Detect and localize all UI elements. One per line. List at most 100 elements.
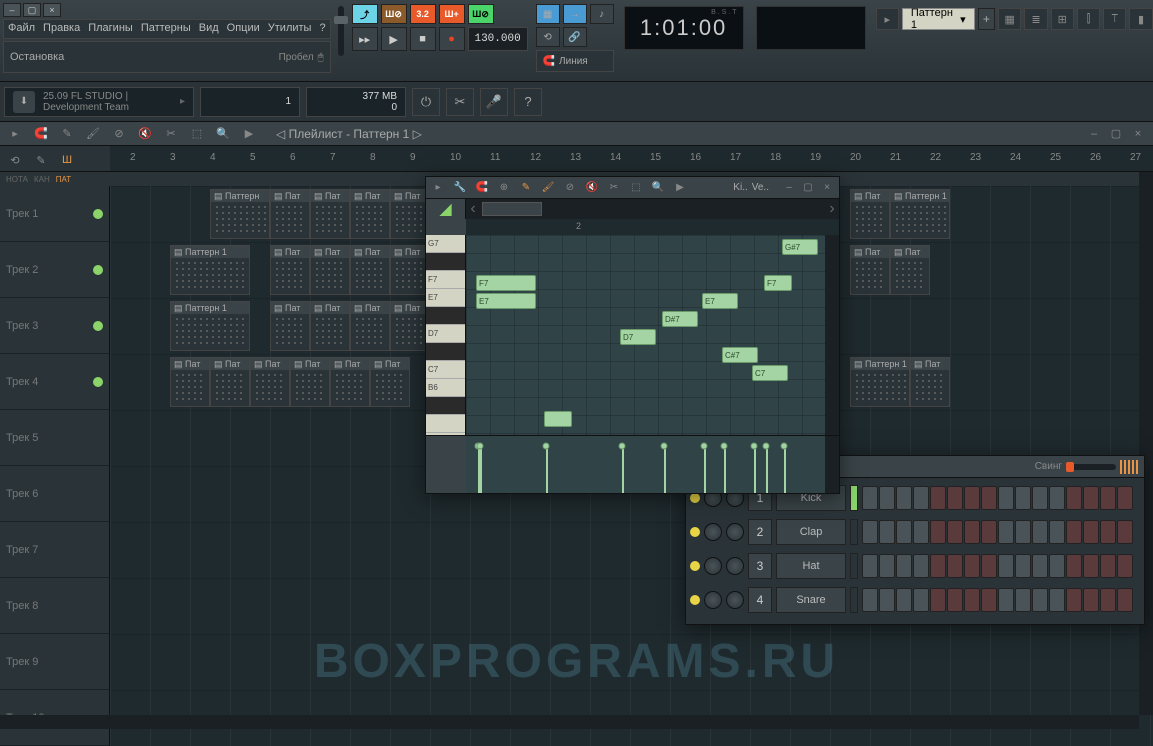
mode-wp-button[interactable]: Ш+ bbox=[439, 4, 465, 24]
pr-wrench-icon[interactable]: 🔧 bbox=[452, 180, 468, 196]
pl-delete-icon[interactable]: ⊘ bbox=[110, 125, 128, 143]
step-button[interactable] bbox=[930, 520, 946, 544]
pr-tab-ki[interactable]: Ki.. bbox=[733, 182, 747, 193]
pl-select-icon[interactable]: ⬚ bbox=[188, 125, 206, 143]
track-label[interactable]: Трек 6 bbox=[0, 466, 109, 522]
menu-Правка[interactable]: Правка bbox=[39, 20, 84, 38]
cr-swing-slider[interactable] bbox=[1066, 464, 1116, 470]
step-button[interactable] bbox=[1100, 588, 1116, 612]
pattern-clip[interactable]: ▤ Пат bbox=[390, 301, 430, 351]
step-button[interactable] bbox=[947, 486, 963, 510]
step-button[interactable] bbox=[1117, 588, 1133, 612]
pr-note-grid[interactable]: F7E7D7D#7E7C#7C7F7G#7 bbox=[466, 235, 825, 435]
step-button[interactable] bbox=[896, 486, 912, 510]
pr-play-icon[interactable]: ▶ bbox=[672, 180, 688, 196]
track-label[interactable]: Трек 9 bbox=[0, 634, 109, 690]
pr-v-scrollbar[interactable] bbox=[825, 235, 839, 435]
pr-minimize-button[interactable]: – bbox=[781, 180, 797, 196]
help-button[interactable]: ? bbox=[514, 88, 542, 116]
step-button[interactable] bbox=[1117, 554, 1133, 578]
vol-knob[interactable] bbox=[726, 591, 744, 609]
track-mute-led[interactable] bbox=[93, 209, 103, 219]
pr-maximize-button[interactable]: ▢ bbox=[800, 180, 816, 196]
step-button[interactable] bbox=[1015, 520, 1031, 544]
pl-menu-icon[interactable]: ▸ bbox=[6, 125, 24, 143]
pattern-clip[interactable]: ▤ Пат bbox=[270, 245, 310, 295]
step-button[interactable] bbox=[930, 486, 946, 510]
tab-note[interactable]: НОТА bbox=[6, 175, 28, 184]
menu-Вид[interactable]: Вид bbox=[195, 20, 223, 38]
step-button[interactable] bbox=[1032, 588, 1048, 612]
note[interactable]: F7 bbox=[476, 275, 536, 291]
step-button[interactable] bbox=[947, 588, 963, 612]
menu-?[interactable]: ? bbox=[315, 20, 329, 38]
track-label[interactable]: Трек 8 bbox=[0, 578, 109, 634]
cr-grid-icon[interactable] bbox=[1120, 460, 1138, 474]
menu-Файл[interactable]: Файл bbox=[4, 20, 39, 38]
step-button[interactable] bbox=[1100, 520, 1116, 544]
tool-channel-icon[interactable]: ⊞ bbox=[1051, 8, 1074, 30]
channel-name[interactable]: Snare bbox=[776, 587, 846, 613]
pr-brush-icon[interactable]: 🖌 bbox=[540, 180, 556, 196]
step-button[interactable] bbox=[1015, 554, 1031, 578]
pl-link-icon[interactable]: ⟲ bbox=[6, 151, 24, 169]
pr-h-scrollbar[interactable]: ‹ › bbox=[466, 199, 839, 219]
pattern-clip[interactable]: ▤ Пат bbox=[310, 301, 350, 351]
step-button[interactable] bbox=[1083, 486, 1099, 510]
channel-selector[interactable] bbox=[850, 519, 858, 545]
track-label[interactable]: Трек 2 bbox=[0, 242, 109, 298]
track-mute-led[interactable] bbox=[93, 377, 103, 387]
view-pianoroll-button[interactable]: → bbox=[563, 4, 587, 24]
pattern-clip[interactable]: ▤ Паттерн 1 bbox=[170, 245, 250, 295]
step-button[interactable] bbox=[947, 554, 963, 578]
step-button[interactable] bbox=[1100, 554, 1116, 578]
mode-wm-button[interactable]: Ш⊘ bbox=[468, 4, 494, 24]
step-button[interactable] bbox=[1049, 486, 1065, 510]
volume-slider[interactable] bbox=[338, 6, 344, 56]
step-button[interactable] bbox=[1049, 588, 1065, 612]
pl-minimize-button[interactable]: – bbox=[1085, 125, 1103, 143]
track-mute-led[interactable] bbox=[93, 321, 103, 331]
note[interactable]: C7 bbox=[752, 365, 788, 381]
pattern-selector[interactable]: Паттерн 1 ▾ bbox=[902, 8, 975, 30]
note[interactable]: E7 bbox=[702, 293, 738, 309]
view-playlist-button[interactable]: ▦ bbox=[536, 4, 560, 24]
pr-cut-icon[interactable]: ✂ bbox=[606, 180, 622, 196]
pattern-clip[interactable]: ▤ Пат bbox=[210, 357, 250, 407]
pattern-clip[interactable]: ▤ Паттерн 1 bbox=[890, 189, 950, 239]
step-button[interactable] bbox=[1049, 520, 1065, 544]
pattern-clip[interactable]: ▤ Пат bbox=[330, 357, 370, 407]
mode-32-button[interactable]: 3.2 bbox=[410, 4, 436, 24]
pr-mute-icon[interactable]: 🔇 bbox=[584, 180, 600, 196]
step-button[interactable] bbox=[998, 554, 1014, 578]
pattern-clip[interactable]: ▤ Пат bbox=[890, 245, 930, 295]
step-button[interactable] bbox=[1117, 520, 1133, 544]
channel-number[interactable]: 3 bbox=[748, 553, 772, 579]
pr-select-icon[interactable]: ⬚ bbox=[628, 180, 644, 196]
track-label[interactable]: Трек 4 bbox=[0, 354, 109, 410]
step-button[interactable] bbox=[1066, 554, 1082, 578]
pattern-clip[interactable]: ▤ Паттерн 1 bbox=[170, 301, 250, 351]
pl-pattern-icon[interactable]: Ш bbox=[58, 151, 76, 169]
step-button[interactable] bbox=[879, 520, 895, 544]
channel-led[interactable] bbox=[690, 527, 700, 537]
tool-mixer-icon[interactable]: ⫿ bbox=[1077, 8, 1100, 30]
note[interactable]: C#7 bbox=[722, 347, 758, 363]
step-button[interactable] bbox=[879, 554, 895, 578]
channel-selector[interactable] bbox=[850, 485, 858, 511]
tool-slider-icon[interactable]: ⟙ bbox=[1103, 8, 1126, 30]
pattern-clip[interactable]: ▤ Пат bbox=[350, 189, 390, 239]
pattern-clip[interactable]: ▤ Пат bbox=[170, 357, 210, 407]
pattern-clip[interactable]: ▤ Пат bbox=[850, 245, 890, 295]
step-button[interactable] bbox=[964, 554, 980, 578]
vol-knob[interactable] bbox=[726, 523, 744, 541]
pr-menu-icon[interactable]: ▸ bbox=[430, 180, 446, 196]
step-button[interactable] bbox=[1015, 486, 1031, 510]
channel-led[interactable] bbox=[690, 595, 700, 605]
pl-pencil-icon[interactable]: ✎ bbox=[58, 125, 76, 143]
step-button[interactable] bbox=[964, 520, 980, 544]
note[interactable]: F7 bbox=[764, 275, 792, 291]
menu-Паттерны[interactable]: Паттерны bbox=[137, 20, 195, 38]
tempo-display[interactable]: 130.000 bbox=[468, 27, 528, 51]
step-button[interactable] bbox=[1117, 486, 1133, 510]
